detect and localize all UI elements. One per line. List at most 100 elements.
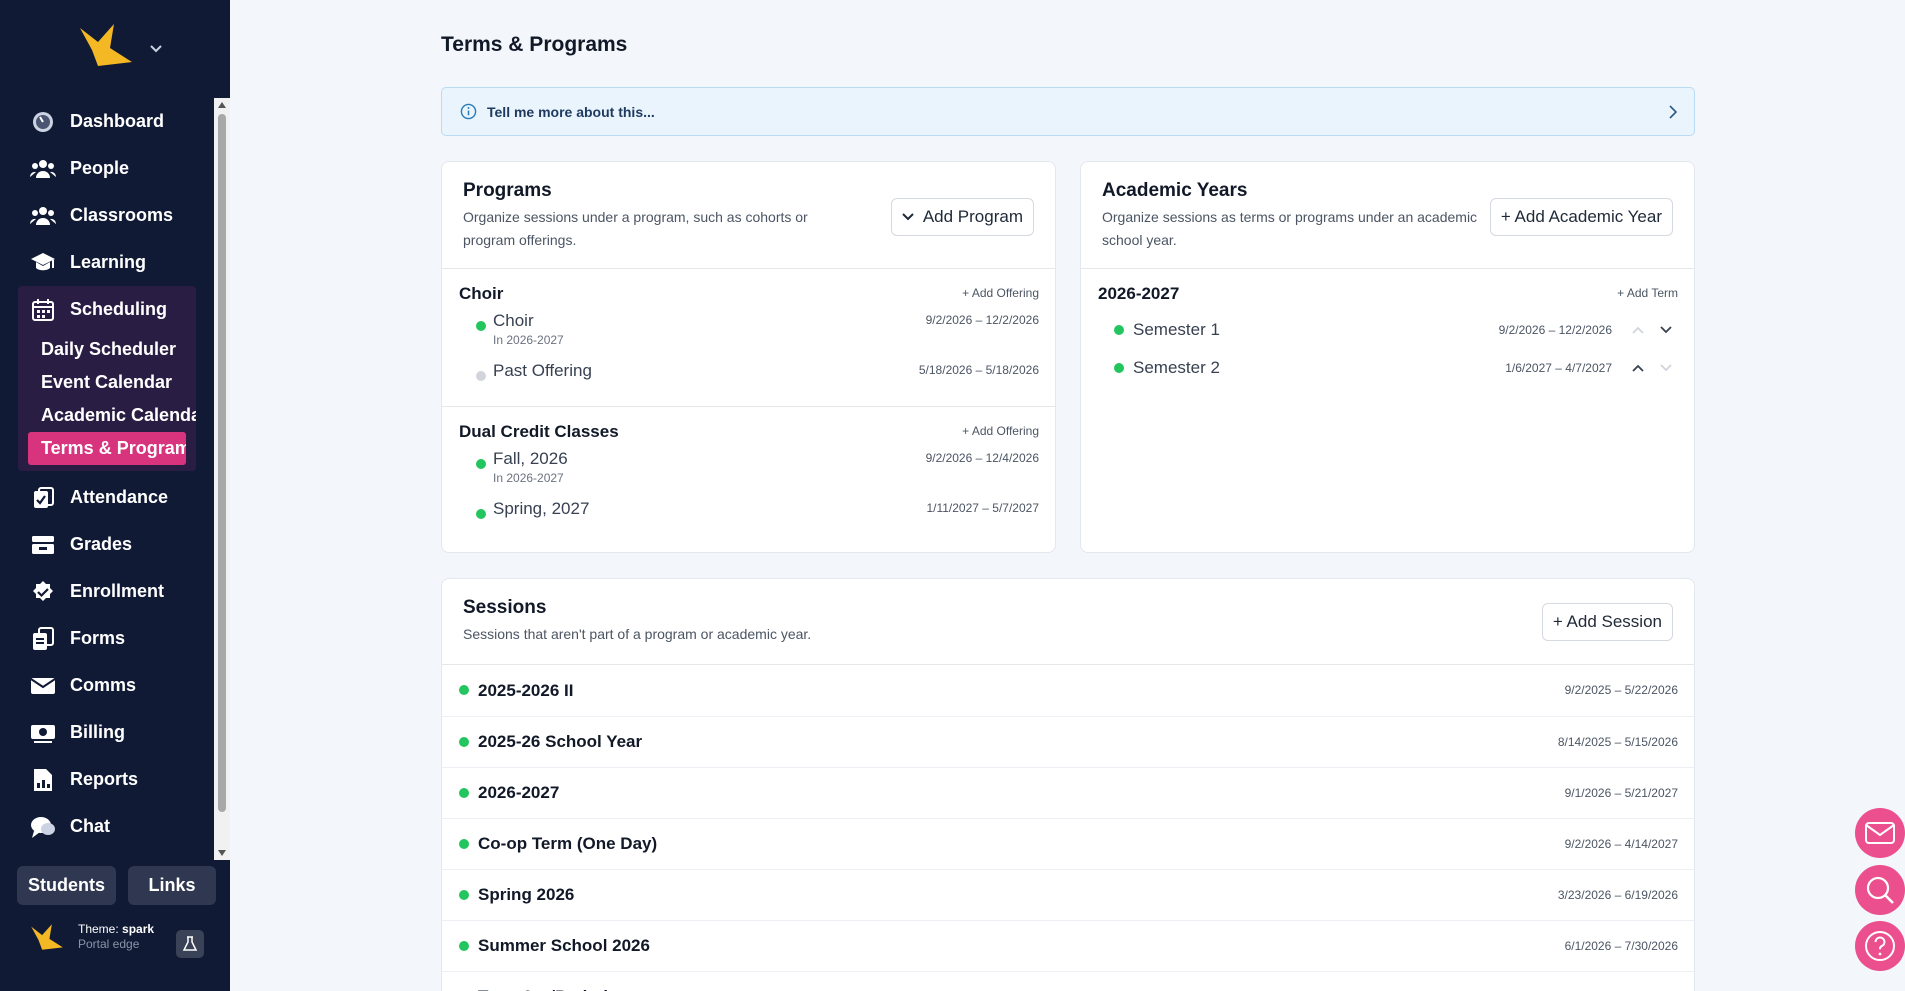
session-row[interactable]: 2026-2027 9/1/2026 – 5/21/2027 xyxy=(442,767,1694,818)
grades-icon xyxy=(30,532,56,558)
classrooms-icon xyxy=(30,203,56,229)
session-dates: 6/1/2026 – 7/30/2026 xyxy=(1564,939,1678,953)
mail-icon xyxy=(1865,822,1895,844)
theme-indicator: Theme: spark Portal edge xyxy=(30,922,210,958)
status-dot xyxy=(476,509,486,519)
add-offering-link[interactable]: + Add Offering xyxy=(962,286,1039,300)
theme-subtitle: Portal edge xyxy=(78,937,140,951)
status-dot xyxy=(1114,363,1124,373)
links-button[interactable]: Links xyxy=(128,866,216,905)
add-session-button[interactable]: + Add Session xyxy=(1541,603,1673,641)
offering-item[interactable]: Past Offering 5/18/2026 – 5/18/2026 xyxy=(459,361,1039,404)
school-switcher[interactable] xyxy=(78,22,162,68)
academic-years-description: Organize sessions as terms or programs u… xyxy=(1102,209,1478,248)
scroll-up-arrow[interactable] xyxy=(218,102,226,108)
nav-item-chat[interactable]: Chat xyxy=(0,803,214,850)
theme-name: spark xyxy=(122,922,155,936)
program-group: Dual Credit Classes + Add Offering Fall, 2… xyxy=(442,406,1055,542)
sidebar-scrollbar[interactable] xyxy=(214,98,230,860)
move-down-button[interactable] xyxy=(1658,322,1674,338)
search-button[interactable] xyxy=(1855,865,1905,915)
nav-subitem-daily-scheduler[interactable]: Daily Scheduler xyxy=(18,333,196,366)
nav-subitem-event-calendar[interactable]: Event Calendar xyxy=(18,366,196,399)
nav-item-attendance[interactable]: Attendance xyxy=(0,474,214,521)
dashboard-icon xyxy=(30,109,56,135)
program-group: Choir + Add Offering Choir In 2026-2027 9/2/… xyxy=(442,269,1055,406)
nav-item-dashboard[interactable]: Dashboard xyxy=(0,98,214,145)
chevron-down-icon xyxy=(1660,326,1672,334)
term-dates: 9/2/2026 – 12/2/2026 xyxy=(1498,323,1612,337)
scroll-thumb[interactable] xyxy=(218,114,226,812)
session-dates: 3/23/2026 – 6/19/2026 xyxy=(1557,888,1678,902)
offering-year: In 2026-2027 xyxy=(493,471,564,485)
offering-dates: 5/18/2026 – 5/18/2026 xyxy=(918,363,1039,377)
offering-item[interactable]: Choir In 2026-2027 9/2/2026 – 12/2/2026 xyxy=(459,311,1039,361)
offering-year: In 2026-2027 xyxy=(493,333,564,347)
nav-label: Learning xyxy=(70,252,147,272)
nav-label: Billing xyxy=(70,722,125,742)
nav-item-classrooms[interactable]: Classrooms xyxy=(0,192,214,239)
chevron-up-icon xyxy=(1632,326,1644,334)
forms-icon xyxy=(30,626,56,652)
session-row[interactable]: Co-op Term (One Day) 9/2/2026 – 4/14/2027 xyxy=(442,818,1694,869)
move-up-button[interactable] xyxy=(1630,360,1646,376)
add-offering-link[interactable]: + Add Offering xyxy=(962,424,1039,438)
session-row[interactable]: Summer School 2026 6/1/2026 – 7/30/2026 xyxy=(442,920,1694,971)
nav-item-forms[interactable]: Forms xyxy=(0,615,214,662)
session-row[interactable]: 2025-26 School Year 8/14/2025 – 5/15/2026 xyxy=(442,716,1694,767)
offering-item[interactable]: Fall, 2026 In 2026-2027 9/2/2026 – 12/4/20… xyxy=(459,449,1039,499)
term-item[interactable]: Semester 2 1/6/2027 – 4/7/2027 xyxy=(1081,349,1694,387)
scroll-down-arrow[interactable] xyxy=(218,850,226,856)
nav-label: Dashboard xyxy=(70,111,165,131)
scheduling-group: Scheduling Daily Scheduler Event Calenda… xyxy=(18,286,196,471)
info-banner[interactable]: Tell me more about this... xyxy=(441,87,1695,136)
chevron-right-icon xyxy=(1669,105,1678,119)
status-dot xyxy=(476,459,486,469)
session-dates: 9/2/2025 – 5/22/2026 xyxy=(1564,683,1678,697)
session-row[interactable]: 2025-2026 II 9/2/2025 – 5/22/2026 xyxy=(442,665,1694,716)
nav-label: People xyxy=(70,158,130,178)
page-title: Terms & Programs xyxy=(441,33,628,56)
nav-item-learning[interactable]: Learning xyxy=(0,239,214,286)
help-button[interactable] xyxy=(1855,921,1905,971)
students-button[interactable]: Students xyxy=(17,866,116,905)
nav-label: Attendance xyxy=(70,487,169,507)
flask-button[interactable] xyxy=(176,930,204,958)
add-program-label: Add Program xyxy=(922,207,1023,226)
status-dot xyxy=(1114,325,1124,335)
message-button[interactable] xyxy=(1855,808,1905,858)
nav-item-enrollment[interactable]: Enrollment xyxy=(0,568,214,615)
nav-label: Chat xyxy=(70,816,110,836)
term-item[interactable]: Semester 1 9/2/2026 – 12/2/2026 xyxy=(1081,311,1694,349)
sessions-card: Sessions Sessions that aren't part of a … xyxy=(441,578,1695,991)
academic-years-card: Academic Years Organize sessions as term… xyxy=(1080,161,1695,553)
session-dates: 9/1/2026 – 5/21/2027 xyxy=(1564,786,1678,800)
session-row[interactable]: Spring 2026 3/23/2026 – 6/19/2026 xyxy=(442,869,1694,920)
offering-item[interactable]: Spring, 2027 1/11/2027 – 5/7/2027 xyxy=(459,499,1039,542)
session-dates: 9/2/2026 – 4/14/2027 xyxy=(1564,837,1678,851)
attendance-icon xyxy=(30,485,56,511)
session-row[interactable]: Term 2 w/Periods3/10/2025 – 7/25/2025 xyxy=(442,971,1694,991)
nav-item-reports[interactable]: Reports xyxy=(0,756,214,803)
add-term-link[interactable]: + Add Term xyxy=(1617,286,1678,300)
nav-label: Comms xyxy=(70,675,137,695)
add-program-button[interactable]: Add Program xyxy=(890,198,1034,236)
chevron-down-icon xyxy=(902,213,914,221)
nav-subitem-terms-programs[interactable]: Terms & Programs xyxy=(28,432,186,465)
nav-item-comms[interactable]: Comms xyxy=(0,662,214,709)
nav-item-grades[interactable]: Grades xyxy=(0,521,214,568)
add-academic-year-button[interactable]: + Add Academic Year xyxy=(1489,198,1673,236)
people-icon xyxy=(30,156,56,182)
move-up-button[interactable] xyxy=(1630,322,1646,338)
nav-label: Forms xyxy=(70,628,126,648)
nav-item-scheduling[interactable]: Scheduling xyxy=(18,286,196,333)
nav-subitem-academic-calendar[interactable]: Academic Calenda xyxy=(18,399,196,432)
nav-item-people[interactable]: People xyxy=(0,145,214,192)
session-name: Term 2 w/Periods xyxy=(478,987,618,991)
nav-label: Classrooms xyxy=(70,205,174,225)
move-down-button[interactable] xyxy=(1658,360,1674,376)
term-name: Semester 1 xyxy=(1133,320,1220,339)
nav-item-billing[interactable]: Billing xyxy=(0,709,214,756)
session-dates: 8/14/2025 – 5/15/2026 xyxy=(1557,735,1678,749)
help-icon xyxy=(1865,931,1895,961)
